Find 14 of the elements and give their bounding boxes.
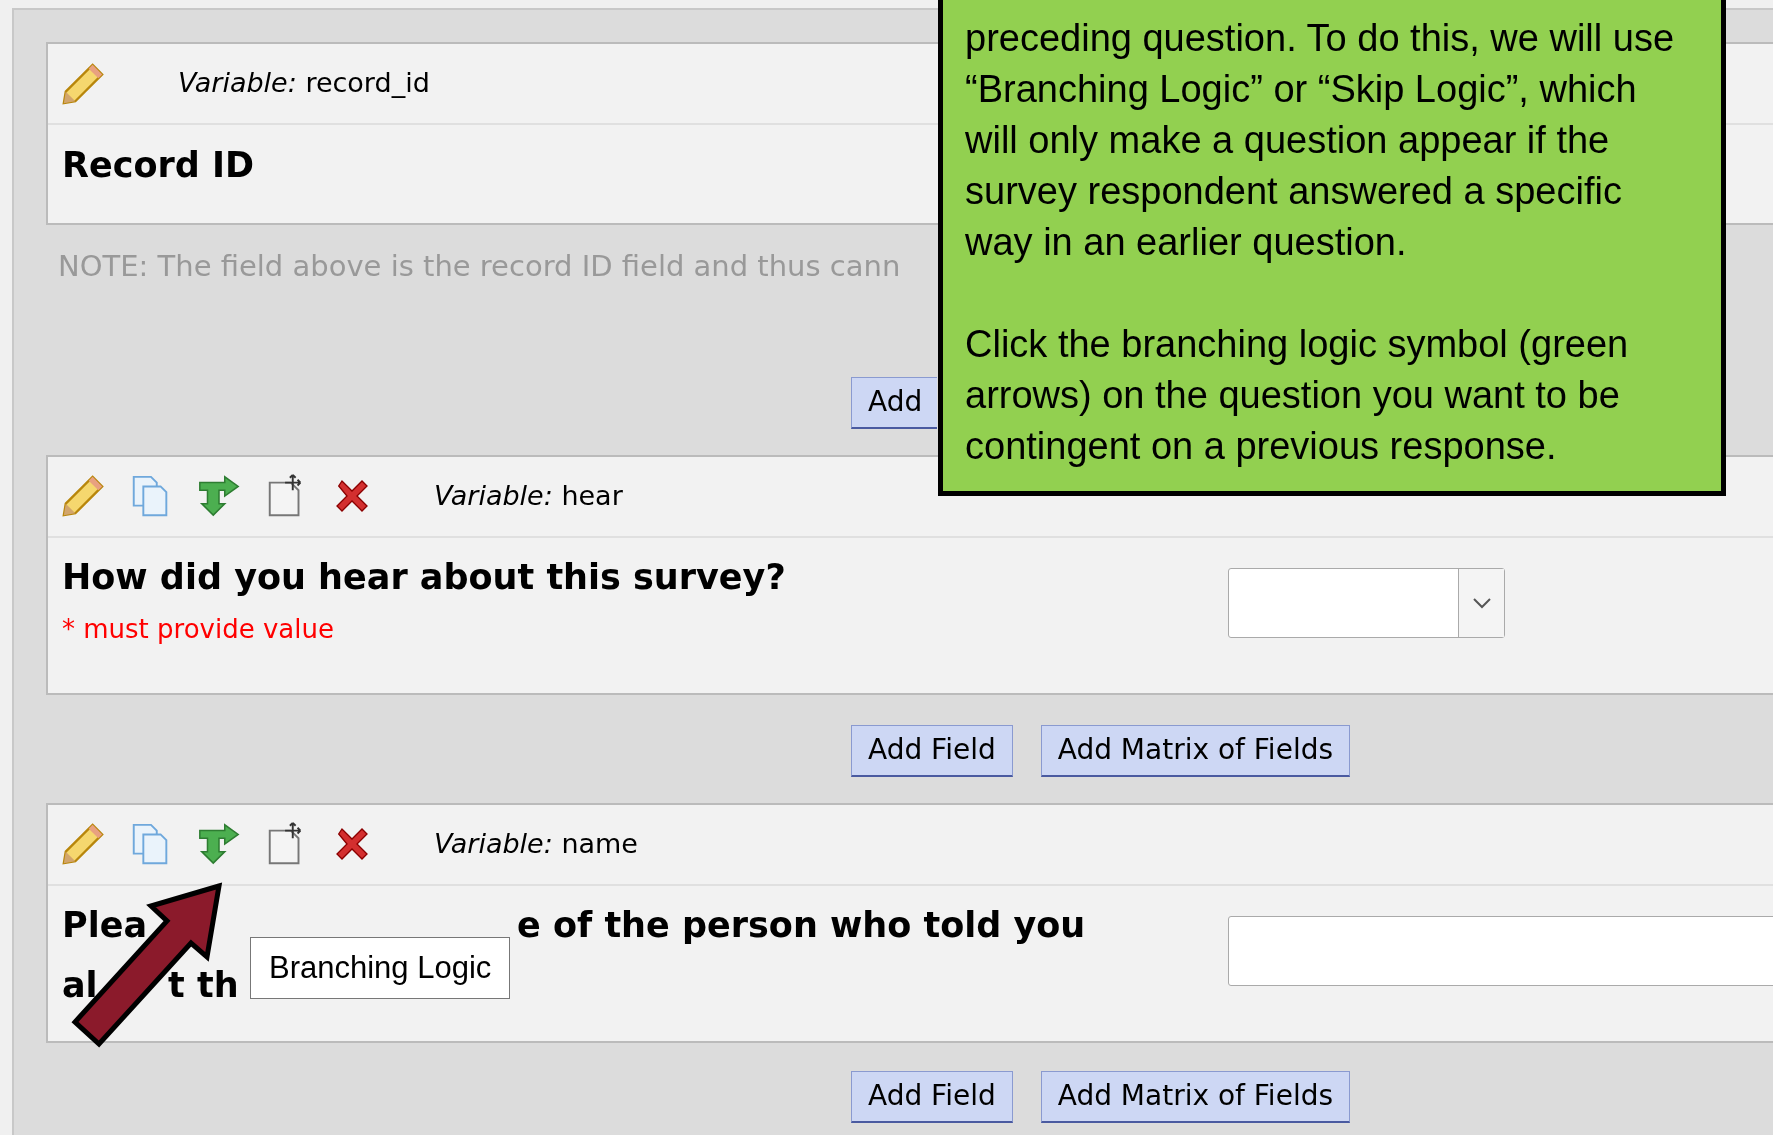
question-text: Record ID — [62, 144, 255, 185]
variable-label: Variable: record_id — [178, 66, 430, 101]
callout-text: preceding question. To do this, we will use “Branching Logic” or “Skip Logic”, which will only make a question appear if the survey respondent answered a specific way in an earlier question. — [965, 16, 1676, 265]
question-text: t th — [168, 965, 239, 1006]
required-note: * must provide value — [62, 612, 334, 646]
question-text: Plea — [62, 905, 147, 946]
question-text: How did you hear about this survey? — [62, 557, 786, 598]
question-text: al — [62, 965, 98, 1006]
note-text: NOTE: The field above is the record ID field and thus cann — [58, 248, 901, 285]
branching-logic-tooltip: Branching Logic — [250, 937, 511, 999]
variable-label: Variable: hear — [434, 478, 623, 513]
callout-text: Click the branching logic symbol (green arrows) on the question you want to be contingent on a previous response. — [965, 322, 1630, 469]
question-text: e of the person who told you — [517, 905, 1086, 946]
variable-label: Variable: name — [434, 826, 638, 861]
